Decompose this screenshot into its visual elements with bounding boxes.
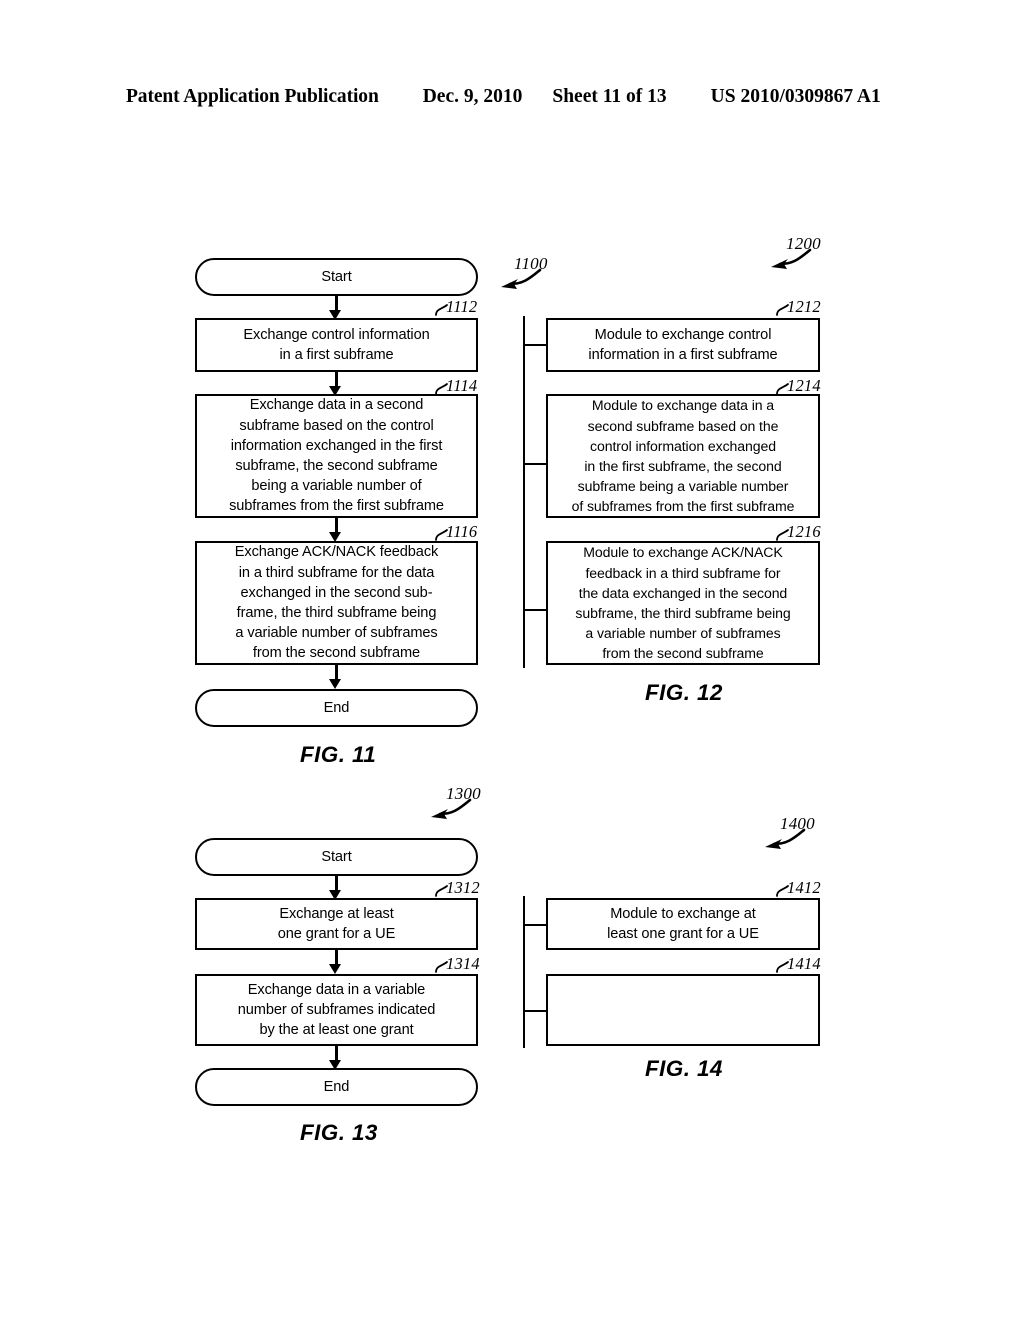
fig14-reference-arrow: 1400 — [762, 814, 824, 857]
fig11-node-1112-label: Exchange control information in a first s… — [243, 326, 430, 363]
fig11-node-1114-label: Exchange data in a second subframe based … — [229, 397, 444, 515]
fig14-module-bracket — [523, 896, 547, 1048]
fig13-node-start-label: Start — [321, 848, 352, 865]
fig12-module-bracket — [523, 316, 547, 668]
fig12-node-1216: Module to exchange ACK/NACK feedback in a… — [546, 541, 820, 665]
fig13-node-start: Start — [195, 838, 478, 876]
fig14-caption: FIG. 14 — [645, 1056, 723, 1081]
fig13-arrowhead-2 — [329, 964, 341, 974]
fig12-reference-arrow: 1200 — [768, 234, 830, 277]
fig12-bracket-spine — [523, 316, 526, 668]
fig11-node-1112: Exchange control information in a first s… — [195, 318, 478, 372]
fig12-caption: FIG. 12 — [645, 680, 723, 705]
fig14-refnum-1412: 1412 — [787, 878, 821, 897]
fig12-node-1214-label: Module to exchange data in a second subfr… — [571, 397, 795, 515]
fig12-bracket-tooth-3 — [523, 609, 547, 612]
fig13-caption: FIG. 13 — [300, 1120, 378, 1145]
page-header: Patent Application Publication Dec. 9, 2… — [126, 86, 886, 112]
fig11-reference-arrow: 1100 — [498, 254, 560, 297]
fig11-refnum-1114: 1114 — [446, 376, 478, 395]
fig14-bracket-spine — [523, 896, 526, 1048]
patent-drawing-sheet: Patent Application Publication Dec. 9, 2… — [0, 0, 1024, 1320]
fig13-refnum-1314: 1314 — [446, 954, 480, 973]
header-patent-number: US 2010/0309867 A1 — [710, 86, 881, 107]
header-date-label: Dec. 9, 2010 — [422, 86, 523, 107]
fig11-reference-number: 1100 — [514, 254, 548, 273]
fig12-bracket-tooth-2 — [523, 463, 547, 466]
fig12-refnum-1214: 1214 — [787, 376, 821, 395]
fig14-refnum-1414: 1414 — [787, 954, 821, 973]
fig12-node-1212: Module to exchange control information in… — [546, 318, 820, 372]
fig13-node-1314-label: Exchange data in a variable number of sub… — [237, 981, 436, 1039]
header-publication-label: Patent Application Publication — [126, 86, 379, 107]
header-sheet-label: Sheet 11 of 13 — [552, 86, 667, 107]
fig11-node-end: End — [195, 689, 478, 727]
fig12-node-1214: Module to exchange data in a second subfr… — [546, 394, 820, 518]
fig13-node-end-label: End — [323, 1078, 350, 1095]
fig14-node-1412-label: Module to exchange at least one grant for… — [607, 905, 759, 942]
fig14-bracket-tooth-2 — [523, 1010, 547, 1013]
fig12-refnum-1216: 1216 — [787, 522, 821, 541]
fig14-node-1414 — [546, 974, 820, 1046]
fig13-reference-number: 1300 — [446, 784, 481, 803]
fig11-caption: FIG. 11 — [300, 742, 377, 767]
fig11-node-end-label: End — [323, 699, 350, 716]
fig13-refnum-1312: 1312 — [446, 878, 480, 897]
fig11-node-1116: Exchange ACK/NACK feedback in a third sub… — [195, 541, 478, 665]
fig11-arrowhead-4 — [329, 679, 341, 689]
fig12-reference-number: 1200 — [786, 234, 821, 253]
fig13-node-1312: Exchange at least one grant for a UE — [195, 898, 478, 950]
fig12-refnum-1212: 1212 — [787, 297, 821, 316]
fig14-node-1412: Module to exchange at least one grant for… — [546, 898, 820, 950]
fig11-node-1116-label: Exchange ACK/NACK feedback in a third sub… — [234, 544, 439, 662]
fig11-node-start: Start — [195, 258, 478, 296]
fig13-node-1312-label: Exchange at least one grant for a UE — [277, 905, 396, 942]
fig13-node-end: End — [195, 1068, 478, 1106]
fig11-refnum-1112: 1112 — [446, 297, 478, 316]
fig12-node-1216-label: Module to exchange ACK/NACK feedback in a… — [575, 544, 791, 662]
fig12-node-1212-label: Module to exchange control information in… — [588, 326, 778, 363]
fig14-bracket-tooth-1 — [523, 924, 547, 927]
fig13-reference-arrow: 1300 — [428, 784, 490, 827]
fig11-refnum-1116: 1116 — [446, 522, 478, 541]
fig11-node-1114: Exchange data in a second subframe based … — [195, 394, 478, 518]
fig14-reference-number: 1400 — [780, 814, 815, 833]
fig11-node-start-label: Start — [321, 268, 352, 285]
fig12-bracket-tooth-1 — [523, 344, 547, 347]
fig13-node-1314: Exchange data in a variable number of sub… — [195, 974, 478, 1046]
